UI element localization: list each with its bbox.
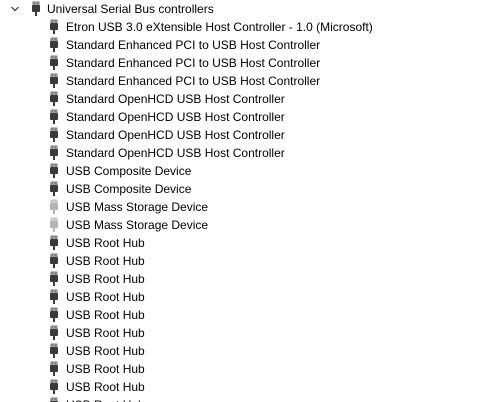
usb-connector-icon: [46, 217, 62, 233]
device-label: USB Root Hub: [66, 396, 145, 402]
device-label: USB Root Hub: [66, 308, 145, 322]
usb-connector-icon: [46, 73, 62, 89]
device-label: USB Root Hub: [66, 380, 145, 394]
usb-connector-icon: [46, 235, 62, 251]
usb-connector-icon: [46, 163, 62, 179]
device-label: USB Root Hub: [66, 290, 145, 304]
device-label: Standard OpenHCD USB Host Controller: [66, 110, 285, 124]
device-label: USB Root Hub: [66, 344, 145, 358]
device-label: USB Root Hub: [66, 326, 145, 340]
device-label: USB Root Hub: [66, 272, 145, 286]
device-label: USB Mass Storage Device: [66, 200, 209, 214]
device-label: USB Root Hub: [66, 236, 145, 250]
chevron-down-icon[interactable]: [10, 0, 20, 18]
usb-connector-icon: [46, 145, 62, 161]
device-label: USB Composite Device: [66, 164, 192, 178]
usb-connector-icon: [46, 37, 62, 53]
usb-connector-icon: [46, 19, 62, 35]
device-label: USB Mass Storage Device: [66, 218, 209, 232]
device-label: Standard OpenHCD USB Host Controller: [66, 146, 285, 160]
device-label: Etron USB 3.0 eXtensible Host Controller…: [66, 20, 373, 34]
device-label: USB Composite Device: [66, 182, 192, 196]
device-label: Standard Enhanced PCI to USB Host Contro…: [66, 56, 321, 70]
usb-connector-icon: [46, 307, 62, 323]
usb-connector-icon: [46, 199, 62, 215]
category-label: Universal Serial Bus controllers: [47, 2, 214, 16]
usb-connector-icon: [46, 325, 62, 341]
usb-connector-icon: [46, 343, 62, 359]
usb-connector-icon: [46, 181, 62, 197]
usb-connector-icon: [46, 91, 62, 107]
usb-connector-icon: [46, 127, 62, 143]
usb-connector-icon: [46, 289, 62, 305]
usb-connector-icon: [46, 361, 62, 377]
device-label: Standard OpenHCD USB Host Controller: [66, 128, 285, 142]
device-label: USB Root Hub: [66, 362, 145, 376]
device-label: Standard Enhanced PCI to USB Host Contro…: [66, 38, 321, 52]
device-label: USB Root Hub: [66, 254, 145, 268]
usb-connector-icon: [46, 109, 62, 125]
usb-connector-icon: [46, 55, 62, 71]
device-label: Standard Enhanced PCI to USB Host Contro…: [66, 74, 321, 88]
usb-connector-icon: [46, 271, 62, 287]
usb-connector-icon: [46, 397, 62, 402]
usb-connector-icon: [46, 379, 62, 395]
device-tree[interactable]: Universal Serial Bus controllers Etron U…: [0, 0, 496, 402]
device-label: Standard OpenHCD USB Host Controller: [66, 92, 285, 106]
usb-controllers-category-icon: [28, 1, 44, 17]
usb-connector-icon: [46, 253, 62, 269]
